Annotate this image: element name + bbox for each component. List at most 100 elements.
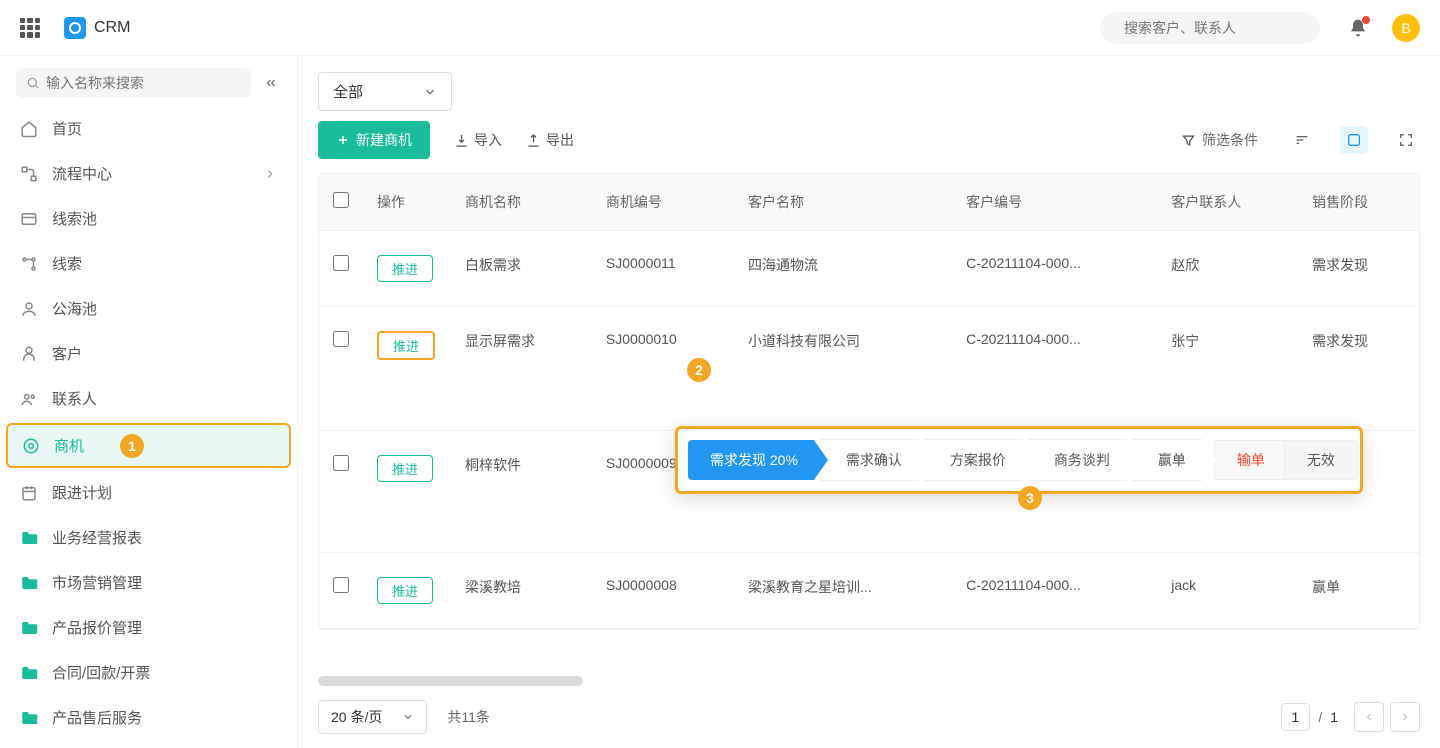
chevron-down-icon (423, 85, 437, 99)
sidebar-item-aftersale[interactable]: 产品售后服务 (0, 695, 297, 740)
toolbar: 新建商机 导入 导出 筛选条件 (298, 121, 1440, 173)
annotation-badge-3: 3 (1018, 486, 1042, 510)
cell-code: SJ0000010 (592, 307, 734, 431)
sidebar-item-lead-pool[interactable]: 线索池 (0, 196, 297, 241)
sidebar-item-label: 首页 (52, 118, 277, 139)
stage-item[interactable]: 需求发现 20% (688, 440, 828, 480)
row-checkbox[interactable] (333, 577, 349, 593)
advance-button[interactable]: 推进 (377, 455, 433, 482)
sidebar-item-label: 客户 (52, 343, 277, 364)
sidebar-item-marketing[interactable]: 市场营销管理 (0, 560, 297, 605)
col-header-contact: 客户联系人 (1157, 174, 1298, 231)
stage-item-lose[interactable]: 输单 (1214, 440, 1288, 480)
advance-button[interactable]: 推进 (377, 255, 433, 282)
sidebar-item-label: 跟进计划 (52, 482, 277, 503)
horizontal-scrollbar[interactable] (318, 676, 1420, 686)
home-icon (20, 120, 38, 138)
page-size-select[interactable]: 20 条/页 (318, 700, 427, 734)
stage-item[interactable]: 需求确认 (820, 439, 932, 481)
app-header: CRM B (0, 0, 1440, 56)
list-view-button[interactable] (1340, 126, 1368, 154)
cell-customer: 四海通物流 (734, 231, 952, 307)
card-view-icon (1346, 132, 1362, 148)
filter-label: 筛选条件 (1202, 130, 1258, 150)
cell-customer-code: C-20211104-000... (952, 553, 1157, 629)
cell-name: 桐梓软件 (451, 431, 592, 553)
fullscreen-button[interactable] (1392, 126, 1420, 154)
chevron-down-icon (402, 711, 414, 723)
col-header-customer: 客户名称 (734, 174, 952, 231)
cell-stage: 需求发现 (1298, 231, 1419, 307)
view-filter-select[interactable]: 全部 (318, 72, 452, 111)
new-opportunity-button[interactable]: 新建商机 (318, 121, 430, 159)
row-checkbox[interactable] (333, 331, 349, 347)
sidebar-item-contract[interactable]: 合同/回款/开票 (0, 650, 297, 695)
next-page-button[interactable] (1390, 702, 1420, 732)
sidebar-search-input[interactable] (46, 75, 241, 91)
chevron-left-icon (1363, 711, 1375, 723)
sidebar-item-label: 线索池 (52, 208, 277, 229)
contact-icon (20, 390, 38, 408)
advance-button[interactable]: 推进 (377, 577, 433, 604)
search-icon (26, 76, 40, 90)
sea-icon (20, 300, 38, 318)
import-button[interactable]: 导入 (454, 130, 502, 150)
cell-name: 白板需求 (451, 231, 592, 307)
stage-item-invalid[interactable]: 无效 (1284, 440, 1358, 480)
stage-pipeline-popover: 需求发现 20% 需求确认 方案报价 商务谈判 赢单 输单 无效 (675, 426, 1363, 494)
import-icon (454, 133, 469, 148)
advance-button[interactable]: 推进 (377, 331, 435, 360)
app-name: CRM (94, 19, 130, 37)
app-logo[interactable]: CRM (64, 17, 130, 39)
logo-icon (64, 17, 86, 39)
sidebar-item-customer[interactable]: 客户 (0, 331, 297, 376)
row-checkbox[interactable] (333, 455, 349, 471)
sidebar-item-public-sea[interactable]: 公海池 (0, 286, 297, 331)
sidebar-collapse-button[interactable] (261, 73, 281, 93)
pool-icon (20, 210, 38, 228)
prev-page-button[interactable] (1354, 702, 1384, 732)
flow-icon (20, 165, 38, 183)
sidebar-item-quote[interactable]: 产品报价管理 (0, 605, 297, 650)
stage-item[interactable]: 赢单 (1132, 439, 1216, 481)
pagination-footer: 20 条/页 共11条 1 / 1 (298, 686, 1440, 748)
button-label: 新建商机 (356, 130, 412, 150)
cell-name: 显示屏需求 (451, 307, 592, 431)
row-checkbox[interactable] (333, 255, 349, 271)
sidebar-item-biz-report[interactable]: 业务经营报表 (0, 515, 297, 560)
sidebar-item-lead[interactable]: 线索 (0, 241, 297, 286)
col-header-code: 商机编号 (592, 174, 734, 231)
col-header-op: 操作 (363, 174, 451, 231)
filter-button[interactable]: 筛选条件 (1175, 124, 1264, 156)
global-search[interactable] (1100, 12, 1320, 44)
annotation-badge-2: 2 (687, 358, 711, 382)
sidebar-item-home[interactable]: 首页 (0, 106, 297, 151)
notification-dot (1362, 16, 1370, 24)
page-separator: / (1318, 709, 1322, 725)
export-button[interactable]: 导出 (526, 130, 574, 150)
sidebar-item-contact[interactable]: 联系人 (0, 376, 297, 421)
sidebar-item-label: 市场营销管理 (52, 572, 277, 593)
opportunity-table: 操作 商机名称 商机编号 客户名称 客户编号 客户联系人 销售阶段 推进白板需求… (318, 173, 1420, 630)
sidebar-item-opportunity[interactable]: 商机 1 (6, 423, 291, 468)
sidebar-item-flow[interactable]: 流程中心 (0, 151, 297, 196)
sidebar-item-label: 产品报价管理 (52, 617, 277, 638)
current-page[interactable]: 1 (1281, 703, 1311, 731)
cell-code: SJ0000008 (592, 553, 734, 629)
stage-item[interactable]: 方案报价 (924, 439, 1036, 481)
select-all-checkbox[interactable] (333, 192, 349, 208)
user-avatar[interactable]: B (1392, 14, 1420, 42)
sidebar-item-label: 产品售后服务 (52, 707, 277, 728)
sidebar: 首页 流程中心 线索池 线索 公海池 客户 联系人 商机 (0, 56, 298, 748)
notifications-button[interactable] (1348, 18, 1368, 38)
table-row: 推进显示屏需求SJ0000010小道科技有限公司C-20211104-000..… (319, 307, 1419, 431)
cell-contact: jack (1157, 553, 1298, 629)
apps-grid-icon[interactable] (20, 18, 40, 38)
cell-customer: 小道科技有限公司 (734, 307, 952, 431)
sidebar-search[interactable] (16, 68, 251, 98)
cell-contact: 赵欣 (1157, 231, 1298, 307)
stage-item[interactable]: 商务谈判 (1028, 439, 1140, 481)
global-search-input[interactable] (1124, 20, 1305, 36)
sidebar-item-followup[interactable]: 跟进计划 (0, 470, 297, 515)
sort-button[interactable] (1288, 126, 1316, 154)
